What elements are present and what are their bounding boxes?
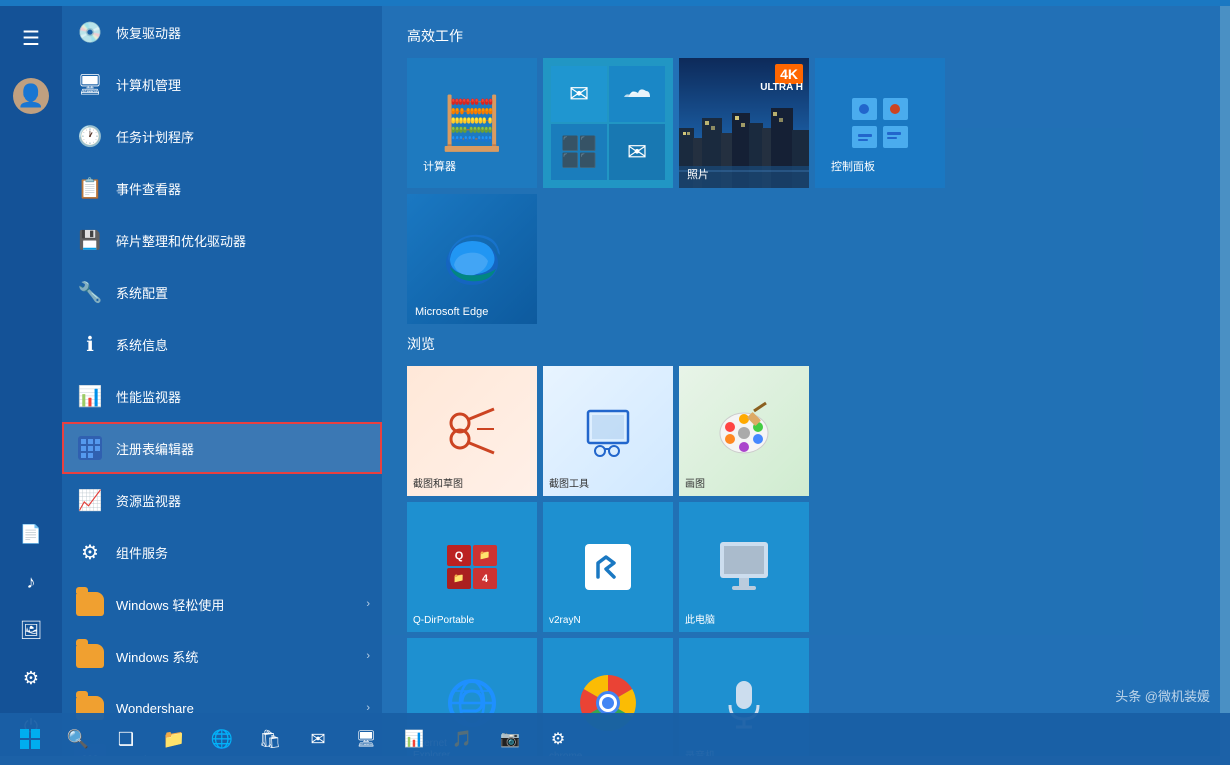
perf-monitor-icon: 📊 xyxy=(74,380,106,412)
icon-bar: ☰ 👤 📄 ♪ 🖼 ⚙ ⏻ xyxy=(0,6,62,756)
tile-this-pc[interactable]: 此电脑 xyxy=(679,502,809,632)
res-monitor-label: 资源监视器 xyxy=(116,491,370,510)
computer-mgmt-label: 计算机管理 xyxy=(116,75,370,94)
settings-icon-btn[interactable]: ⚙ xyxy=(9,656,53,700)
ultra-badge: ULTRA H xyxy=(760,82,803,93)
sys-info-icon: ℹ xyxy=(74,328,106,360)
tile-control-panel[interactable]: 控制面板 xyxy=(815,58,945,188)
app-item-regedit[interactable]: 注册表编辑器 xyxy=(62,422,382,474)
win-ease-label: Windows 轻松使用 xyxy=(116,595,366,614)
taskbar-app4[interactable]: 📷 xyxy=(488,717,532,761)
multi-cell-4: ✉ xyxy=(609,124,665,180)
res-monitor-icon: 📈 xyxy=(74,484,106,516)
avatar-button[interactable]: 👤 xyxy=(9,74,53,118)
search-button[interactable]: 🔍 xyxy=(56,717,100,761)
taskbar: 🔍 ❑ 📁 🌐 🛍 ✉ 🖥 📊 🎵 📷 ⚙ xyxy=(0,713,1230,765)
perf-monitor-label: 性能监视器 xyxy=(116,387,370,406)
win-ease-arrow: › xyxy=(366,598,370,610)
photos-label: 照片 xyxy=(687,166,709,182)
app-item-task-scheduler[interactable]: 🕐 任务计划程序 xyxy=(62,110,382,162)
win-ease-icon xyxy=(74,588,106,620)
this-pc-label: 此电脑 xyxy=(685,611,715,626)
sys-config-icon: 🔧 xyxy=(74,276,106,308)
taskbar-app3[interactable]: 🎵 xyxy=(440,717,484,761)
restore-driver-label: 恢复驱动器 xyxy=(116,23,370,42)
computer-mgmt-icon: 🖥 xyxy=(74,68,106,100)
sys-info-label: 系统信息 xyxy=(116,335,370,354)
tile-multi[interactable]: ✉ ⬛⬛⬛⬛ ✉ xyxy=(543,58,673,188)
app-item-perf-monitor[interactable]: 📊 性能监视器 xyxy=(62,370,382,422)
photos-icon-btn[interactable]: 🖼 xyxy=(9,608,53,652)
browse-section-title: 浏览 xyxy=(407,334,1195,354)
restore-driver-icon: 💿 xyxy=(74,16,106,48)
calculator-label: 计算器 xyxy=(423,158,456,174)
app-item-res-monitor[interactable]: 📈 资源监视器 xyxy=(62,474,382,526)
mail-taskbar-button[interactable]: ✉ xyxy=(296,717,340,761)
task-view-button[interactable]: ❑ xyxy=(104,717,148,761)
control-panel-label: 控制面板 xyxy=(831,158,875,174)
browse-section: 浏览 截图和草图 xyxy=(407,334,1195,756)
defrag-label: 碎片整理和优化驱动器 xyxy=(116,231,370,250)
edge-taskbar-button[interactable]: 🌐 xyxy=(200,717,244,761)
tile-snip-tool[interactable]: 截图工具 xyxy=(543,366,673,496)
app-item-sys-info[interactable]: ℹ 系统信息 xyxy=(62,318,382,370)
app-item-win-ease[interactable]: Windows 轻松使用 › xyxy=(62,578,382,630)
multi-cell-3: ⬛⬛⬛⬛ xyxy=(551,124,607,180)
tile-edge[interactable]: Microsoft Edge xyxy=(407,194,537,324)
tiles-area: 高效工作 🧮 计算器 ✉ xyxy=(382,6,1220,756)
comp-services-label: 组件服务 xyxy=(116,543,370,562)
regedit-label: 注册表编辑器 xyxy=(116,439,370,458)
regedit-icon xyxy=(74,432,106,464)
file-explorer-button[interactable]: 📁 xyxy=(152,717,196,761)
qdir-label: Q-DirPortable xyxy=(413,615,474,626)
app-list: 💿 恢复驱动器 🖥 计算机管理 🕐 任务计划程序 📋 事件查看器 💾 碎片整理和… xyxy=(62,6,382,756)
edge-label: Microsoft Edge xyxy=(415,306,488,318)
multi-cell-2 xyxy=(609,66,665,122)
start-button[interactable] xyxy=(8,717,52,761)
efficient-section-title: 高效工作 xyxy=(407,26,1195,46)
snip-sketch-label: 截图和草图 xyxy=(413,475,463,490)
k4-badge: 4K xyxy=(775,64,803,84)
app-item-defrag[interactable]: 💾 碎片整理和优化驱动器 xyxy=(62,214,382,266)
app-item-event-viewer[interactable]: 📋 事件查看器 xyxy=(62,162,382,214)
document-icon-btn[interactable]: 📄 xyxy=(9,512,53,556)
app-item-comp-services[interactable]: ⚙ 组件服务 xyxy=(62,526,382,578)
tile-qdir[interactable]: Q 📁 📁 4 Q-DirPortable xyxy=(407,502,537,632)
tile-photos[interactable]: 4K ULTRA H xyxy=(679,58,809,188)
tile-calculator[interactable]: 🧮 计算器 xyxy=(407,58,537,188)
menu-icon[interactable]: ☰ xyxy=(9,16,53,60)
taskbar-app2[interactable]: 📊 xyxy=(392,717,436,761)
app-item-sys-config[interactable]: 🔧 系统配置 xyxy=(62,266,382,318)
tile-v2rayn[interactable]: v2rayN xyxy=(543,502,673,632)
music-icon-btn[interactable]: ♪ xyxy=(9,560,53,604)
win-system-label: Windows 系统 xyxy=(116,647,366,666)
win-system-icon xyxy=(74,640,106,672)
tile-paint[interactable]: 画图 xyxy=(679,366,809,496)
task-scheduler-label: 任务计划程序 xyxy=(116,127,370,146)
comp-services-icon: ⚙ xyxy=(74,536,106,568)
event-viewer-icon: 📋 xyxy=(74,172,106,204)
taskbar-app5[interactable]: ⚙ xyxy=(536,717,580,761)
watermark: 头条 @微机装媛 xyxy=(1115,686,1210,705)
snip-tool-label: 截图工具 xyxy=(549,475,589,490)
app-item-computer-mgmt[interactable]: 🖥 计算机管理 xyxy=(62,58,382,110)
tile-snip-sketch[interactable]: 截图和草图 xyxy=(407,366,537,496)
event-viewer-label: 事件查看器 xyxy=(116,179,370,198)
efficient-section: 高效工作 🧮 计算器 ✉ xyxy=(407,26,1195,324)
paint-label: 画图 xyxy=(685,475,705,490)
taskbar-app1[interactable]: 🖥 xyxy=(344,717,388,761)
v2rayn-label: v2rayN xyxy=(549,615,581,626)
app-item-win-system[interactable]: Windows 系统 › xyxy=(62,630,382,682)
multi-cell-1: ✉ xyxy=(551,66,607,122)
sys-config-label: 系统配置 xyxy=(116,283,370,302)
defrag-icon: 💾 xyxy=(74,224,106,256)
start-menu: ☰ 👤 📄 ♪ 🖼 ⚙ ⏻ 💿 恢复驱动器 🖥 计算机管理 🕐 任务计划程序 � xyxy=(0,6,1220,756)
task-scheduler-icon: 🕐 xyxy=(74,120,106,152)
app-item-restore-driver[interactable]: 💿 恢复驱动器 xyxy=(62,6,382,58)
win-system-arrow: › xyxy=(366,650,370,662)
avatar: 👤 xyxy=(13,78,49,114)
store-button[interactable]: 🛍 xyxy=(248,717,292,761)
